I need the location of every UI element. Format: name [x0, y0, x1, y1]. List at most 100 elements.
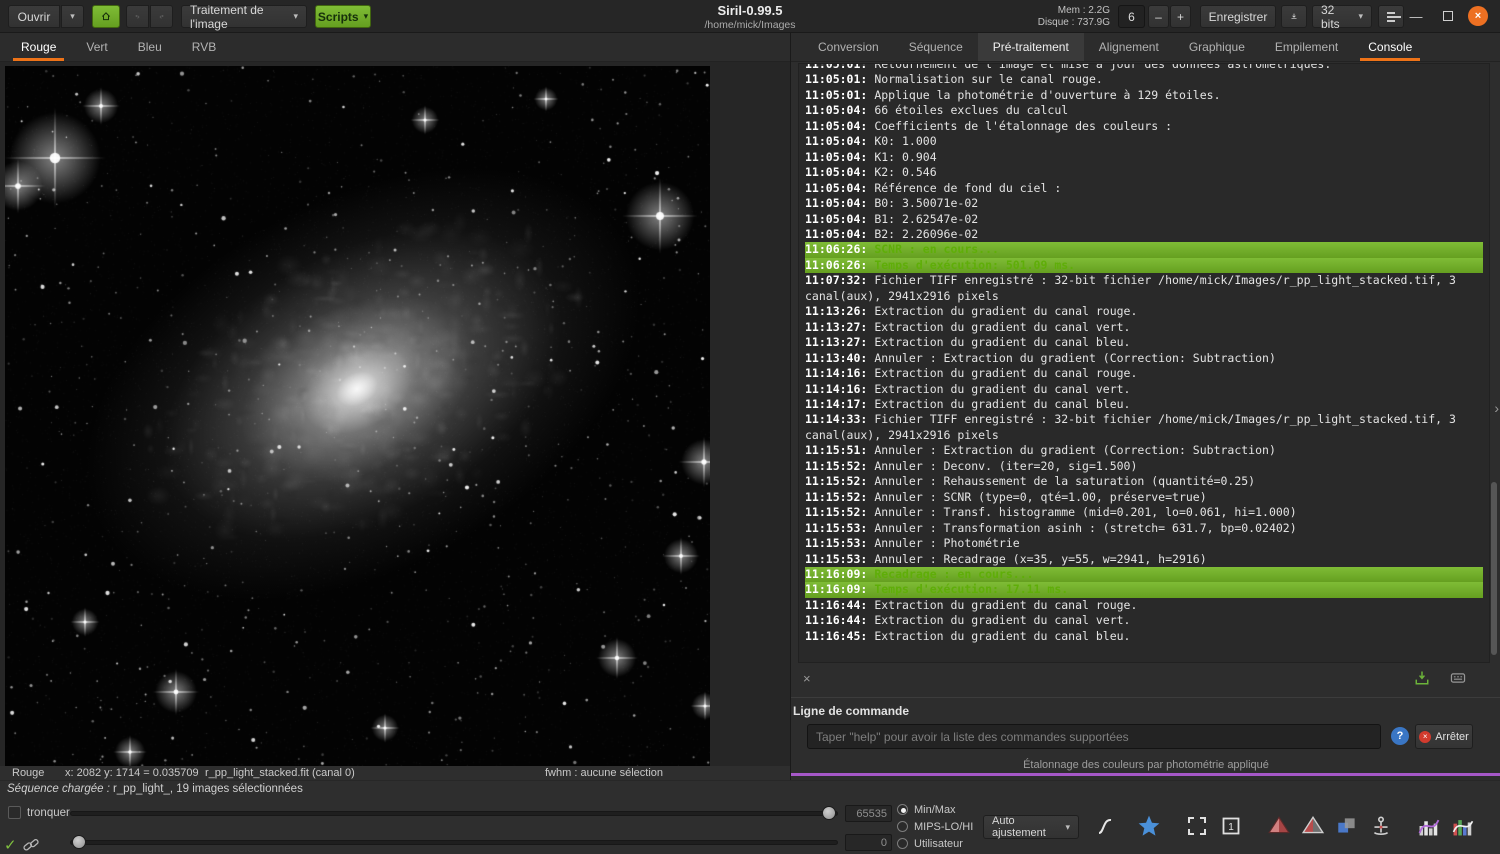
channel-tab[interactable]: Bleu — [123, 33, 177, 61]
console-line: 11:05:04:B0: 3.50071e-02 — [805, 196, 1483, 211]
slider-handle[interactable] — [822, 806, 836, 820]
low-threshold-value[interactable] — [845, 834, 892, 851]
low-threshold-slider[interactable] — [70, 835, 838, 850]
spinner-decrement-button[interactable]: – — [1148, 5, 1169, 28]
high-threshold-slider[interactable] — [70, 806, 838, 821]
radio-label: Min/Max — [914, 804, 956, 816]
console-line: 11:13:27:Extraction du gradient du canal… — [805, 335, 1483, 350]
image-viewport[interactable] — [0, 62, 790, 766]
console-actions: × — [791, 671, 1500, 689]
console-line: 11:05:01:Normalisation sur le canal roug… — [805, 72, 1483, 87]
open-button[interactable]: Ouvrir — [8, 5, 60, 28]
console-log[interactable]: 11:05:01:Retournement de l'image et mise… — [798, 63, 1490, 663]
prism-tool-button[interactable] — [1262, 809, 1296, 843]
anchor-icon — [1369, 814, 1393, 838]
bit-depth-dropdown[interactable]: 32 bits▾ — [1312, 5, 1372, 28]
high-threshold-value[interactable] — [845, 805, 892, 822]
tool-tab[interactable]: Graphique — [1174, 33, 1260, 61]
link-channels-icon[interactable] — [22, 836, 40, 854]
hamburger-menu-button[interactable] — [1378, 5, 1404, 28]
export-log-button[interactable] — [1413, 669, 1431, 692]
close-button[interactable]: × — [1466, 4, 1490, 28]
value-spinner-entry[interactable]: 6 — [1118, 5, 1145, 28]
tool-tab[interactable]: Console — [1353, 33, 1427, 61]
slider-handle[interactable] — [72, 835, 86, 849]
console-line: 11:13:40:Annuler : Extraction du gradien… — [805, 351, 1483, 366]
auto-adjust-dropdown[interactable]: Auto ajustement▾ — [983, 815, 1079, 839]
chevron-down-icon: ▾ — [1358, 11, 1363, 22]
sequence-info: r_pp_light_, 19 images sélectionnées — [113, 783, 303, 795]
command-input[interactable] — [807, 724, 1381, 749]
help-icon[interactable]: ? — [1391, 727, 1409, 745]
console-line: 11:15:52:Annuler : SCNR (type=0, qté=1.0… — [805, 490, 1483, 505]
tool-tab[interactable]: Alignement — [1084, 33, 1174, 61]
scripts-menu-button[interactable]: Scripts▾ — [315, 5, 371, 28]
tool-tab[interactable]: Empilement — [1260, 33, 1353, 61]
scrollbar-thumb[interactable] — [1491, 482, 1497, 655]
color-histogram-button[interactable] — [1446, 809, 1480, 843]
truncate-checkbox[interactable] — [8, 806, 21, 819]
stop-button[interactable]: × Arrêter — [1415, 724, 1473, 749]
console-line: 11:14:16:Extraction du gradient du canal… — [805, 382, 1483, 397]
radio-label: MIPS-LO/HI — [914, 821, 973, 833]
curve-tool-button[interactable] — [1088, 809, 1122, 843]
fwhm-label: fwhm : aucune sélection — [545, 767, 663, 779]
star-detection-button[interactable] — [1132, 809, 1166, 843]
bottom-toolbar: 1 — [1088, 809, 1480, 843]
tool-tab[interactable]: Pré-traitement — [978, 33, 1084, 61]
channel-tabbar: RougeVertBleuRVB — [0, 33, 790, 62]
console-line: 11:06:26:Temps d'exécution: 501.09 ms. — [805, 258, 1483, 273]
display-mode-option[interactable]: Utilisateur — [897, 835, 973, 852]
undo-button[interactable] — [126, 5, 149, 28]
console-line: 11:07:32:Fichier TIFF enregistré : 32-bi… — [805, 273, 1483, 304]
sequence-status: Séquence chargée :r_pp_light_, 19 images… — [7, 783, 303, 795]
save-button[interactable]: Enregistrer — [1200, 5, 1276, 28]
apply-check-icon[interactable]: ✓ — [4, 836, 17, 854]
home-icon — [101, 9, 111, 24]
chevron-down-icon: ▾ — [1065, 822, 1070, 833]
channel-tab[interactable]: RVB — [177, 33, 231, 61]
home-button[interactable] — [92, 5, 120, 28]
minimize-button[interactable]: — — [1404, 4, 1428, 28]
zoom-1-1-icon: 1 — [1220, 815, 1242, 837]
console-line: 11:15:53:Annuler : Photométrie — [805, 536, 1483, 551]
display-mode-option[interactable]: Min/Max — [897, 801, 973, 818]
console-line: 11:05:04:K0: 1.000 — [805, 134, 1483, 149]
command-list-button[interactable] — [1449, 669, 1467, 692]
panel-collapse-handle[interactable]: › — [1494, 400, 1499, 416]
selection-icon — [1186, 815, 1208, 837]
zoom-1-1-button[interactable]: 1 — [1214, 809, 1248, 843]
console-line: 11:13:27:Extraction du gradient du canal… — [805, 320, 1483, 335]
tool-tab[interactable]: Séquence — [894, 33, 978, 61]
selection-tool-button[interactable] — [1180, 809, 1214, 843]
galaxy-image[interactable] — [5, 66, 710, 766]
channel-tab[interactable]: Rouge — [6, 33, 71, 61]
tool-tab[interactable]: Conversion — [803, 33, 894, 61]
save-as-button[interactable] — [1281, 5, 1307, 28]
display-mode-option[interactable]: MIPS-LO/HI — [897, 818, 973, 835]
console-line: 11:15:53:Annuler : Recadrage (x=35, y=55… — [805, 552, 1483, 567]
truncate-checkbox-row[interactable]: tronquer — [8, 806, 70, 819]
maximize-button[interactable] — [1436, 4, 1460, 28]
status-message: Étalonnage des couleurs par photométrie … — [791, 759, 1500, 771]
redo-button[interactable] — [150, 5, 173, 28]
open-dropdown-button[interactable]: ▾ — [61, 5, 84, 28]
command-line-label: Ligne de commande — [793, 704, 909, 718]
console-line: 11:05:04:B1: 2.62547e-02 — [805, 212, 1483, 227]
console-line: 11:06:26:SCNR : en cours... — [805, 242, 1483, 257]
channel-align-button[interactable] — [1330, 809, 1364, 843]
console-line: 11:16:44:Extraction du gradient du canal… — [805, 598, 1483, 613]
keyboard-icon — [1449, 669, 1467, 687]
anchor-tool-button[interactable] — [1364, 809, 1398, 843]
slider-track[interactable] — [70, 811, 838, 816]
channel-tab[interactable]: Vert — [71, 33, 122, 61]
spinner-increment-button[interactable]: + — [1170, 5, 1191, 28]
console-scrollbar[interactable] — [1491, 65, 1497, 661]
disk-usage: Disque : 737.9G — [1038, 17, 1110, 29]
histogram-tool-button[interactable] — [1412, 809, 1446, 843]
prism-outline-button[interactable] — [1296, 809, 1330, 843]
clear-console-button[interactable]: × — [803, 671, 811, 686]
image-processing-menu-button[interactable]: Traitement de l'image▾ — [181, 5, 307, 28]
slider-track[interactable] — [70, 840, 838, 845]
truncate-label: tronquer — [27, 807, 70, 819]
